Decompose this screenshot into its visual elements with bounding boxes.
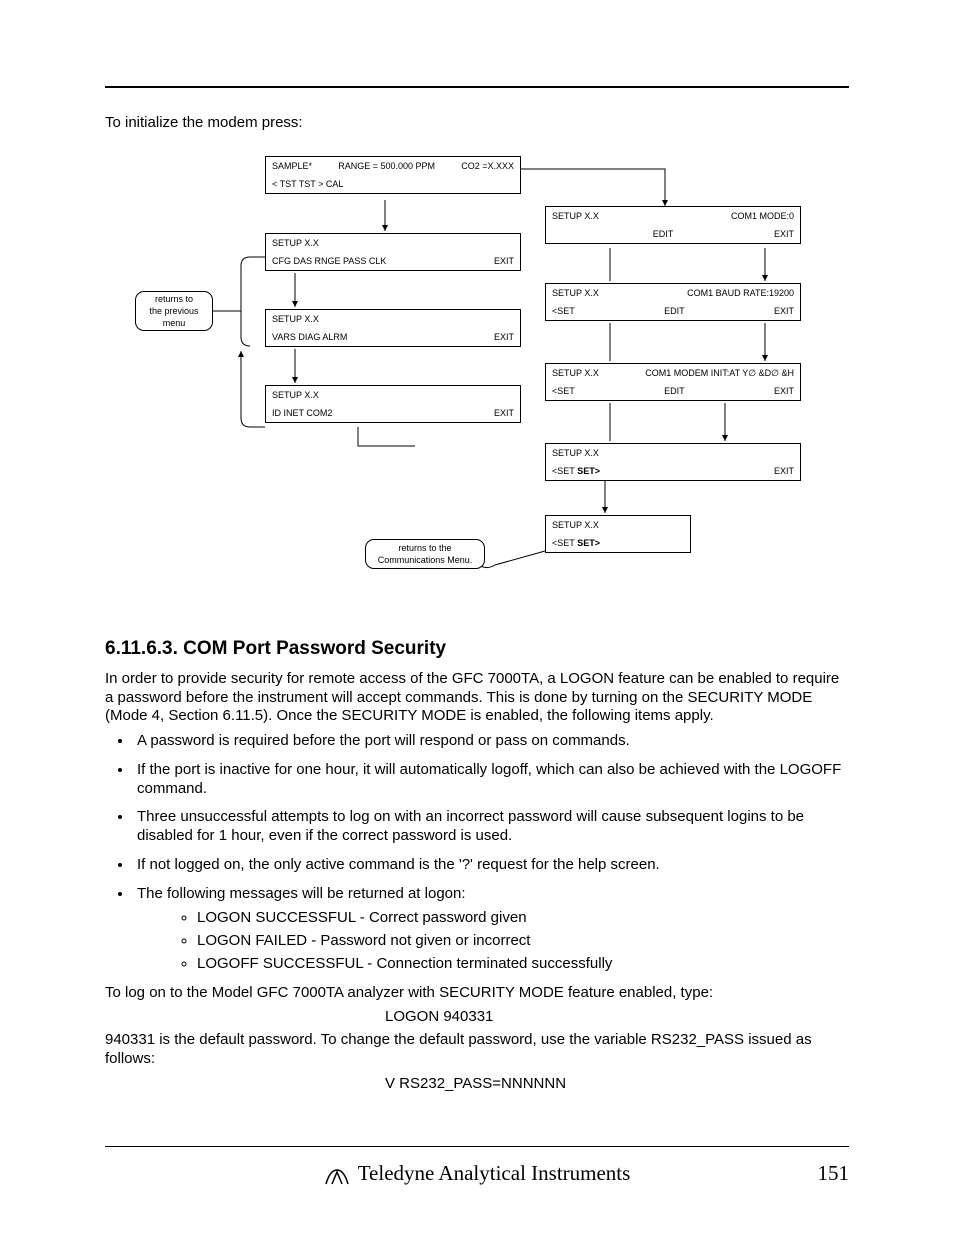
screen-id: SETUP X.X ID INET COM2EXIT <box>265 385 521 423</box>
bullet-item: Three unsuccessful attempts to log on wi… <box>133 808 849 846</box>
brand-logo-icon <box>324 1167 350 1185</box>
screen-com1-mode: SETUP X.XCOM1 MODE:0 EDITEXIT <box>545 206 801 244</box>
bullet-item: If the port is inactive for one hour, it… <box>133 761 849 799</box>
note-return-comm: returns to the Communications Menu. <box>365 539 485 569</box>
screen-com1-modem-init: SETUP X.XCOM1 MODEM INIT:AT Y∅ &D∅ &H <S… <box>545 363 801 401</box>
screen-vars: SETUP X.X VARS DIAG ALRMEXIT <box>265 309 521 347</box>
bullet-item: The following messages will be returned … <box>133 885 849 974</box>
section-heading: 6.11.6.3. COM Port Password Security <box>105 638 849 660</box>
security-bullets: A password is required before the port w… <box>133 732 849 974</box>
sub-bullet-item: LOGOFF SUCCESSFUL - Connection terminate… <box>197 955 849 974</box>
para-default-pass: 940331 is the default password. To chang… <box>105 1031 849 1069</box>
screen-com1-baud: SETUP X.XCOM1 BAUD RATE:19200 <SETEDITEX… <box>545 283 801 321</box>
logon-command: LOGON 940331 <box>105 1008 849 1025</box>
page-footer: Teledyne Analytical Instruments 151 <box>105 1146 849 1186</box>
vcmd: V RS232_PASS=NNNNNN <box>105 1075 849 1092</box>
screen-set2: SETUP X.X <SET SET> <box>545 515 691 553</box>
bullet-item: A password is required before the port w… <box>133 732 849 751</box>
para-security-intro: In order to provide security for remote … <box>105 670 849 726</box>
menu-flow-diagram: SAMPLE* RANGE = 500.000 PPM CO2 =X.XXX <… <box>105 151 849 606</box>
bullet-item: If not logged on, the only active comman… <box>133 856 849 875</box>
note-return-previous: returns to the previous menu <box>135 291 213 331</box>
para-logon: To log on to the Model GFC 7000TA analyz… <box>105 984 849 1003</box>
screen-set1: SETUP X.X <SET SET> EXIT <box>545 443 801 481</box>
footer-brand: Teledyne Analytical Instruments <box>358 1161 631 1186</box>
intro-text: To initialize the modem press: <box>105 114 849 133</box>
screen-cfg: SETUP X.X CFG DAS RNGE PASS CLKEXIT <box>265 233 521 271</box>
page-number: 151 <box>818 1161 850 1186</box>
sub-bullet-item: LOGON SUCCESSFUL - Correct password give… <box>197 909 849 928</box>
screen-sample: SAMPLE* RANGE = 500.000 PPM CO2 =X.XXX <… <box>265 156 521 194</box>
sub-bullet-item: LOGON FAILED - Password not given or inc… <box>197 932 849 951</box>
